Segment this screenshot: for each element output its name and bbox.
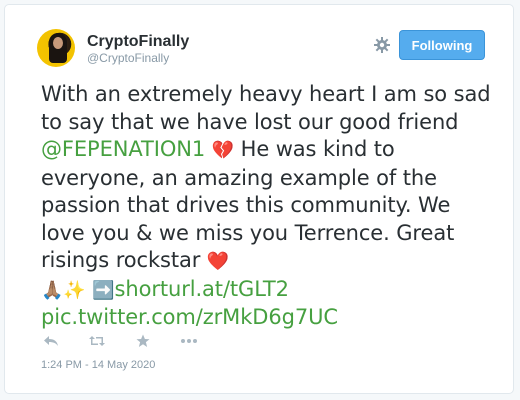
reply-icon[interactable] — [41, 333, 61, 349]
sparkles-emoji: ✨ — [63, 279, 86, 301]
following-button[interactable]: Following — [399, 30, 485, 60]
red-heart-emoji: ❤️ — [206, 251, 230, 272]
retweet-icon[interactable] — [87, 333, 107, 349]
avatar-face — [53, 37, 63, 49]
tweet-text-part-1: With an extremely heavy heart I am so sa… — [41, 82, 491, 134]
pray-emoji: 🙏🏽 — [41, 279, 64, 301]
tweet-card: CryptoFinally @CryptoFinally Following W… — [4, 4, 514, 394]
short-url-link[interactable]: shorturl.at/tGLT2 — [115, 277, 290, 301]
pic-link[interactable]: pic.twitter.com/zrMkD6g7UC — [41, 305, 338, 329]
tweet-actions — [41, 333, 225, 349]
gear-icon[interactable] — [373, 36, 391, 54]
avatar[interactable] — [37, 29, 75, 67]
tweet-text: With an extremely heavy heart I am so sa… — [41, 81, 491, 332]
mention-link[interactable]: @FEPENATION1 — [41, 137, 205, 161]
arrow-emoji: ➡️ — [92, 279, 115, 301]
author-display-name[interactable]: CryptoFinally — [87, 33, 189, 51]
timestamp[interactable]: 1:24 PM - 14 May 2020 — [41, 359, 155, 371]
author-handle[interactable]: @CryptoFinally — [87, 51, 169, 65]
favorite-star-icon[interactable] — [133, 333, 153, 349]
more-icon[interactable] — [179, 333, 199, 349]
broken-heart-emoji: 💔 — [211, 140, 235, 161]
